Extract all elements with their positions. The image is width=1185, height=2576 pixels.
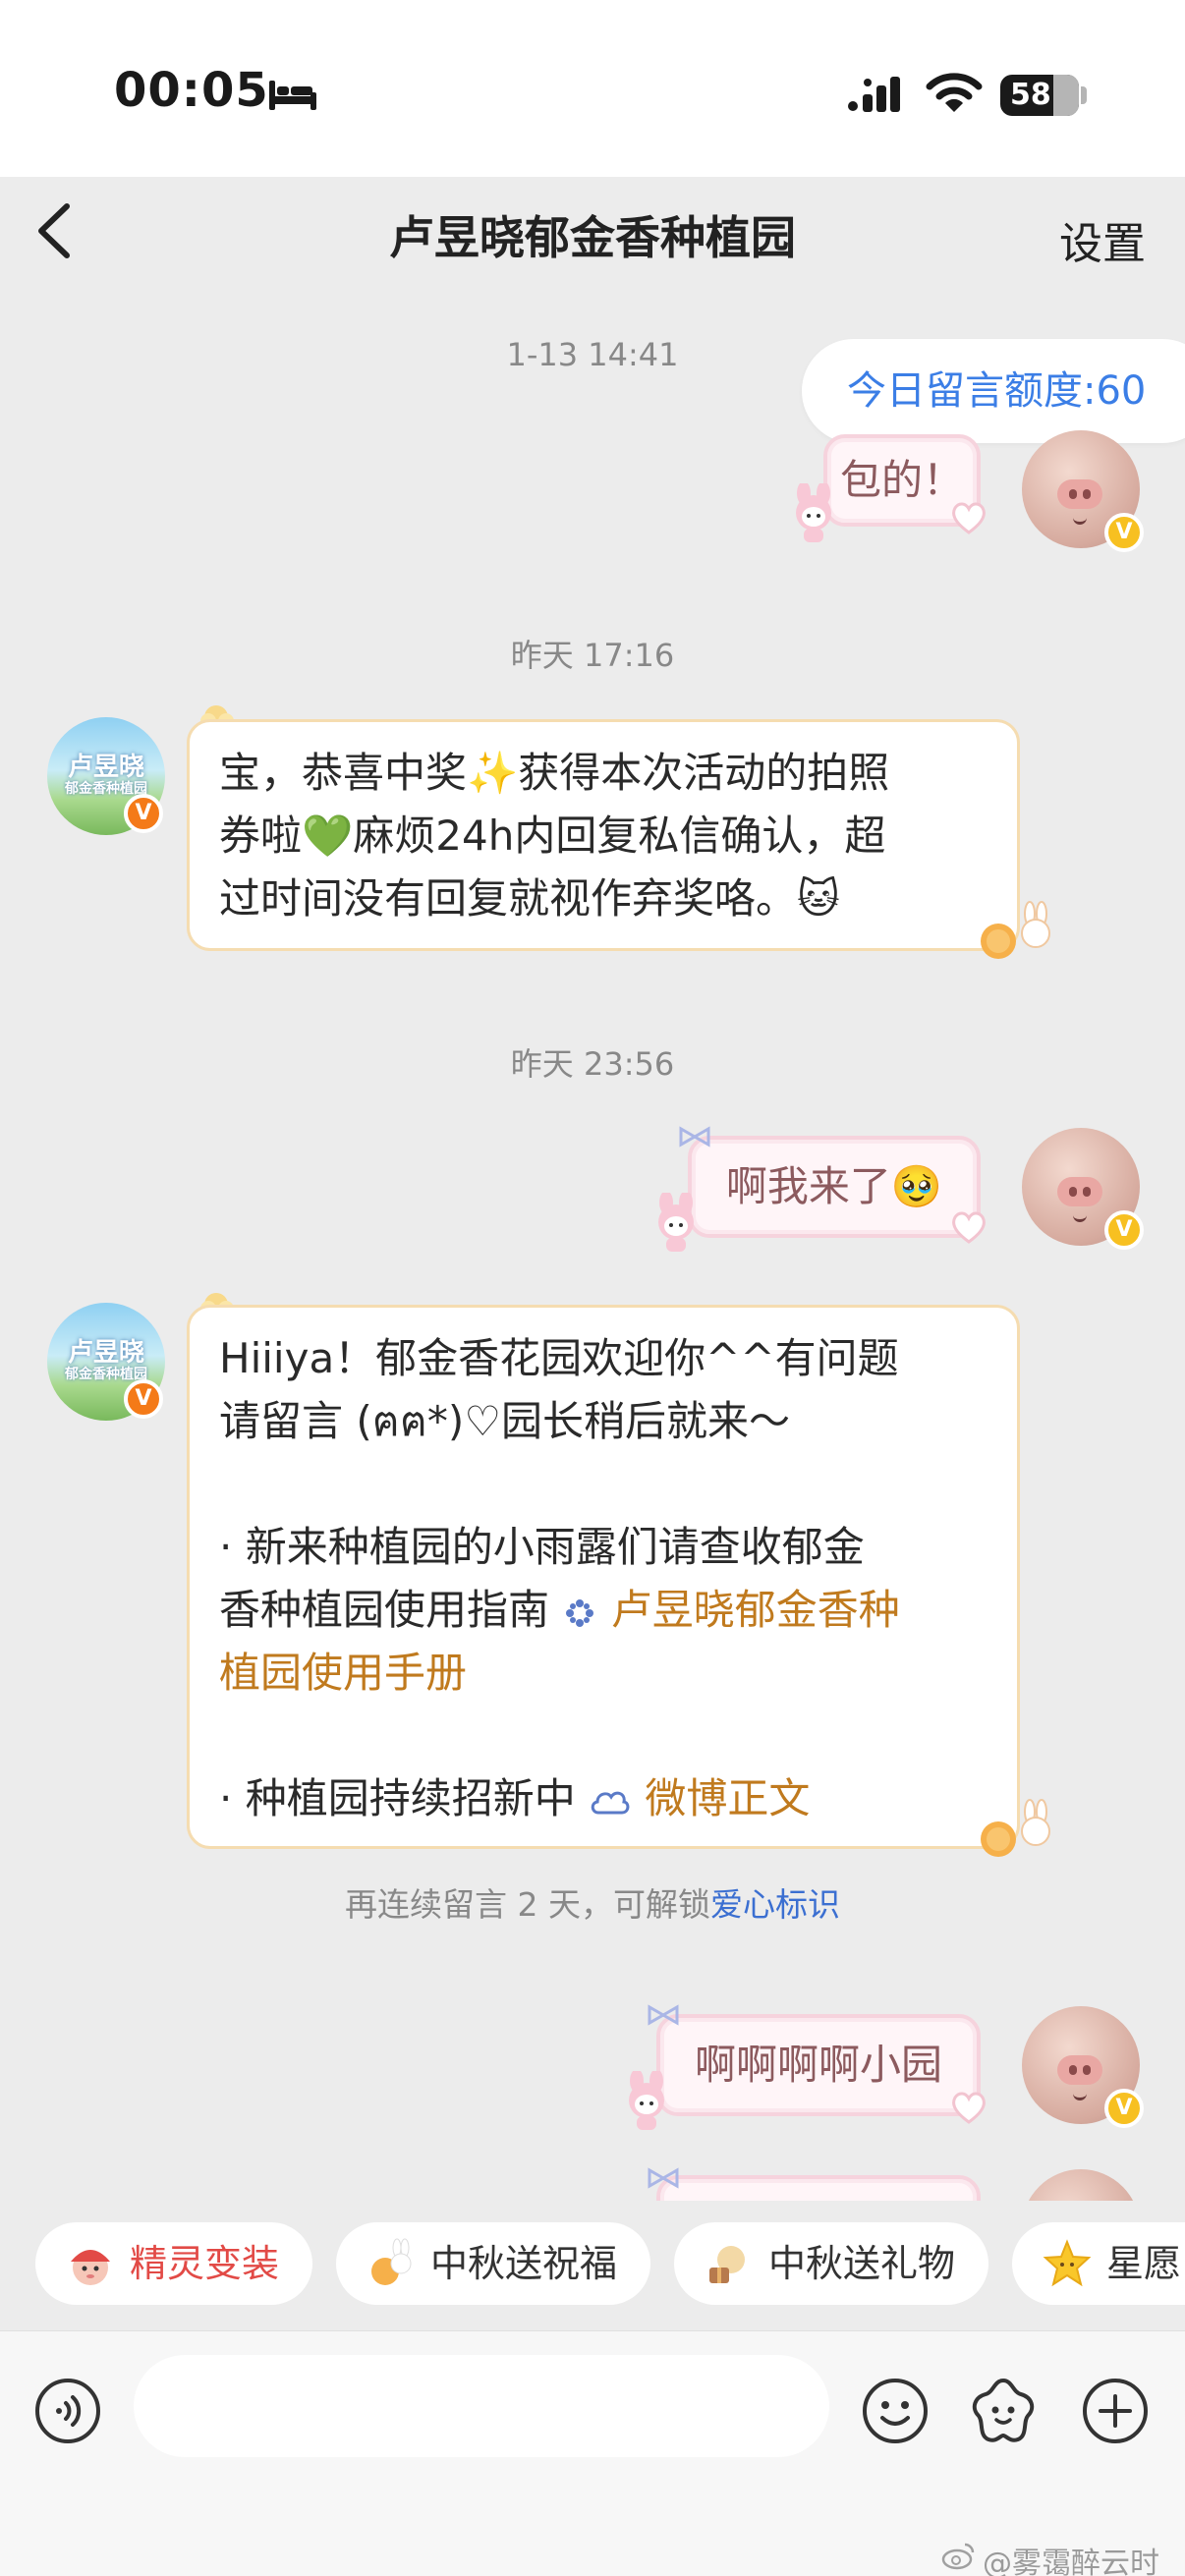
flower-icon xyxy=(566,1598,594,1627)
my-avatar[interactable]: V xyxy=(1022,430,1144,552)
guide-link[interactable]: 植园使用手册 xyxy=(219,1649,467,1697)
quick-action-label: 星愿 xyxy=(1106,2242,1182,2285)
wifi-icon xyxy=(926,73,983,112)
verified-badge: V xyxy=(1104,1210,1144,1250)
sleep-focus-icon xyxy=(269,81,316,110)
sprite-costume-icon xyxy=(71,2250,110,2285)
plus-icon[interactable] xyxy=(1081,2377,1150,2445)
message-text: 啊啊啊啊小园 xyxy=(694,2041,942,2089)
battery-indicator: 58 xyxy=(1000,75,1079,116)
message-text: 香种植园使用指南 xyxy=(219,1586,550,1634)
sticker-icon[interactable] xyxy=(967,2375,1040,2447)
outgoing-message-bubble[interactable]: 啊我来了🥹 xyxy=(688,1136,981,1238)
status-time: 00:05 xyxy=(114,63,269,118)
voice-input-icon[interactable] xyxy=(33,2377,102,2445)
verified-badge: V xyxy=(124,794,163,833)
bow-sticker-icon xyxy=(679,1126,710,1148)
verified-badge: V xyxy=(1104,2089,1144,2128)
quick-action-label: 精灵变装 xyxy=(130,2242,280,2285)
star-icon xyxy=(1043,2239,1092,2287)
message-input[interactable] xyxy=(134,2355,829,2457)
outgoing-message-bubble[interactable]: 啊啊啊啊小园 xyxy=(656,2014,981,2116)
heart-sticker-icon xyxy=(952,2092,986,2124)
quick-action-label: 中秋送礼物 xyxy=(768,2242,956,2285)
my-melody-sticker-icon xyxy=(658,1193,694,1252)
heart-badge-link[interactable]: 爱心标识 xyxy=(710,1885,840,1924)
page-title: 卢昱晓郁金香种植园 xyxy=(389,211,796,264)
status-bar: 00:05 58 xyxy=(0,0,1185,177)
bunny-mooncake-sticker-icon xyxy=(981,1799,1050,1857)
weibo-post-link[interactable]: 微博正文 xyxy=(645,1774,810,1822)
cloud-link-icon xyxy=(591,1791,630,1814)
heart-sticker-icon xyxy=(952,502,986,534)
quick-action-label: 中秋送祝福 xyxy=(430,2242,618,2285)
battery-cap xyxy=(1081,86,1087,104)
quick-action-pill[interactable]: 精灵变装 xyxy=(35,2222,312,2305)
guide-link[interactable]: 卢昱晓郁金香种 xyxy=(611,1586,900,1634)
message-line: 过时间没有回复就视作弃奖咯。🐱 xyxy=(219,874,840,923)
my-avatar[interactable] xyxy=(1022,2169,1140,2201)
verified-badge: V xyxy=(124,1379,163,1419)
message-line: 植园使用手册 xyxy=(219,1642,988,1705)
notice-text: 再连续留言 2 天，可解锁 xyxy=(345,1885,710,1924)
weibo-logo-icon xyxy=(941,2543,975,2570)
message-line: 券啦💚麻烦24h内回复私信确认，超 xyxy=(219,812,886,860)
quota-pill[interactable]: 今日留言额度:60 xyxy=(802,339,1185,443)
verified-badge: V xyxy=(1104,513,1144,552)
message-text: 啊我来了🥹 xyxy=(725,1162,943,1210)
message-line: 香种植园使用指南 卢昱晓郁金香种 xyxy=(219,1579,988,1642)
bow-sticker-icon xyxy=(648,2167,679,2189)
incoming-message-bubble[interactable]: Hiiiya！郁金香花园欢迎你^^有问题 请留言 (ฅฅ*)♡园长稍后就来～ ·… xyxy=(187,1305,1020,1849)
quick-action-pill[interactable]: 中秋送祝福 xyxy=(336,2222,650,2305)
unlock-notice: 再连续留言 2 天，可解锁爱心标识 xyxy=(0,1878,1185,1926)
timestamp: 昨天 17:16 xyxy=(510,637,675,674)
timestamp: 昨天 23:56 xyxy=(510,1045,675,1083)
my-melody-sticker-icon xyxy=(629,2071,664,2130)
message-text: · 种植园持续招新中 xyxy=(219,1774,576,1822)
moon-gift-icon xyxy=(709,2246,745,2283)
quick-action-pill[interactable]: 星愿 xyxy=(1012,2222,1185,2305)
chat-area[interactable]: 1-13 14:41 今日留言额度:60 包的！ V 昨天 17:16 卢昱晓 … xyxy=(0,295,1185,2201)
my-avatar[interactable]: V xyxy=(1022,2006,1144,2128)
bunny-mooncake-sticker-icon xyxy=(981,901,1050,959)
message-line: Hiiiya！郁金香花园欢迎你^^有问题 xyxy=(219,1334,899,1382)
heart-sticker-icon xyxy=(952,1211,986,1244)
quick-action-pill[interactable]: 中秋送礼物 xyxy=(674,2222,988,2305)
cellular-signal-icon xyxy=(848,77,900,112)
my-avatar[interactable]: V xyxy=(1022,1128,1144,1250)
message-line: 宝，恭喜中奖✨获得本次活动的拍照 xyxy=(219,749,890,797)
watermark: @雾霭醉云时 xyxy=(983,2547,1159,2576)
my-melody-sticker-icon xyxy=(796,483,831,542)
battery-level: 58 xyxy=(1010,78,1051,112)
bunny-mooncake-icon xyxy=(371,2238,412,2285)
message-line: 请留言 (ฅฅ*)♡园长稍后就来～ xyxy=(219,1397,790,1445)
quick-action-bar: 精灵变装 中秋送祝福 中秋送礼物 星愿 xyxy=(0,2201,1185,2330)
bow-sticker-icon xyxy=(648,2004,679,2026)
settings-button[interactable]: 设置 xyxy=(1059,208,1146,271)
outgoing-message-bubble-partial[interactable] xyxy=(656,2175,981,2201)
emoji-icon[interactable] xyxy=(861,2377,930,2445)
message-line: · 新来种植园的小雨露们请查收郁金 xyxy=(219,1523,865,1571)
message-line: · 种植园持续招新中 微博正文 xyxy=(219,1767,988,1830)
incoming-message-bubble[interactable]: 宝，恭喜中奖✨获得本次活动的拍照 券啦💚麻烦24h内回复私信确认，超 过时间没有… xyxy=(187,719,1020,951)
